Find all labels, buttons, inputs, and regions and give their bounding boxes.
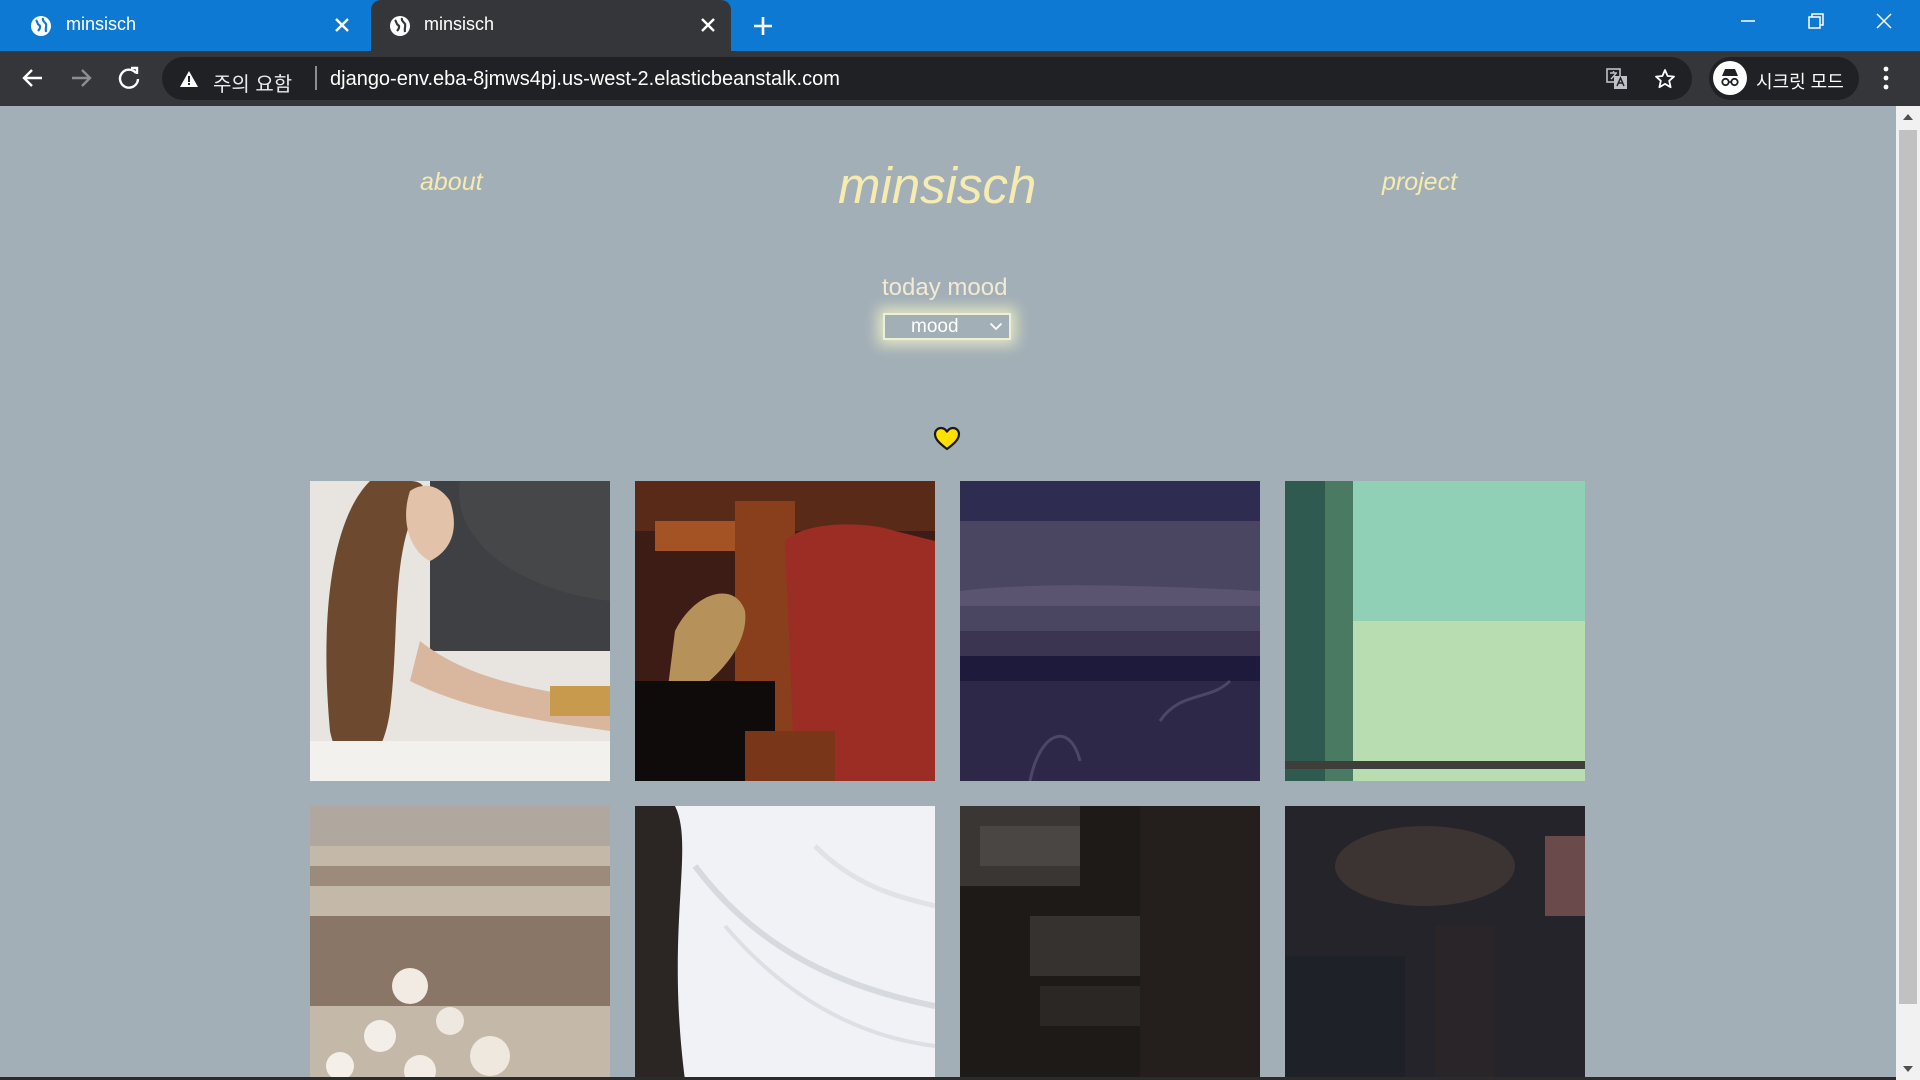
nav-about-link[interactable]: about — [420, 168, 483, 197]
close-icon[interactable] — [699, 16, 717, 34]
translate-icon[interactable] — [1606, 68, 1628, 90]
browser-menu-icon[interactable] — [1878, 65, 1894, 91]
bookmark-star-icon[interactable] — [1654, 68, 1676, 90]
gallery-image[interactable] — [1285, 806, 1585, 1080]
incognito-label: 시크릿 모드 — [1756, 72, 1844, 92]
window-close-icon[interactable] — [1874, 11, 1894, 31]
nav-project-link[interactable]: project — [1382, 168, 1457, 197]
mood-select-value: mood — [911, 316, 959, 337]
back-arrow-icon[interactable] — [20, 65, 46, 91]
url-text[interactable]: django-env.eba-8jmws4pj.us-west-2.elasti… — [330, 68, 840, 91]
globe-icon — [390, 16, 410, 36]
security-warning-text[interactable]: 주의 요함 — [213, 68, 292, 97]
gallery-image[interactable] — [960, 481, 1260, 781]
browser-titlebar: minsisch minsisch — [0, 0, 1920, 51]
gallery-image[interactable] — [635, 806, 935, 1080]
scroll-up-arrow-icon[interactable] — [1903, 113, 1913, 121]
forward-arrow-icon[interactable] — [68, 65, 94, 91]
browser-tab-2[interactable]: minsisch — [371, 0, 731, 51]
browser-toolbar: 주의 요함 django-env.eba-8jmws4pj.us-west-2.… — [0, 51, 1920, 106]
mood-label: today mood — [882, 274, 1008, 301]
browser-tab-1[interactable]: minsisch — [0, 0, 365, 51]
site-title[interactable]: minsisch — [838, 156, 1036, 215]
restore-icon[interactable] — [1806, 11, 1826, 31]
mood-select[interactable]: mood — [883, 313, 1011, 340]
vertical-scrollbar[interactable] — [1896, 106, 1920, 1080]
gallery-image[interactable] — [960, 806, 1260, 1080]
gallery-image[interactable] — [310, 806, 610, 1080]
reload-icon[interactable] — [116, 65, 142, 91]
address-separator — [315, 66, 317, 90]
incognito-badge[interactable]: 시크릿 모드 — [1709, 57, 1859, 100]
close-icon[interactable] — [333, 16, 351, 34]
globe-icon — [31, 16, 51, 36]
scroll-down-arrow-icon[interactable] — [1903, 1065, 1913, 1073]
gallery-image[interactable] — [635, 481, 935, 781]
tab-title: minsisch — [424, 14, 495, 34]
gallery-image[interactable] — [310, 481, 610, 781]
incognito-icon — [1713, 61, 1747, 95]
heart-icon[interactable] — [933, 426, 961, 452]
tab-title: minsisch — [66, 14, 137, 34]
page-content: about minsisch project today mood mood — [0, 106, 1896, 1080]
gallery-image[interactable] — [1285, 481, 1585, 781]
warning-icon[interactable] — [179, 69, 199, 89]
new-tab-plus-icon[interactable] — [751, 14, 775, 38]
chevron-down-icon — [989, 322, 1003, 331]
scrollbar-thumb[interactable] — [1899, 130, 1917, 1004]
address-bar[interactable]: 주의 요함 django-env.eba-8jmws4pj.us-west-2.… — [162, 57, 1692, 100]
minimize-icon[interactable] — [1738, 11, 1758, 31]
